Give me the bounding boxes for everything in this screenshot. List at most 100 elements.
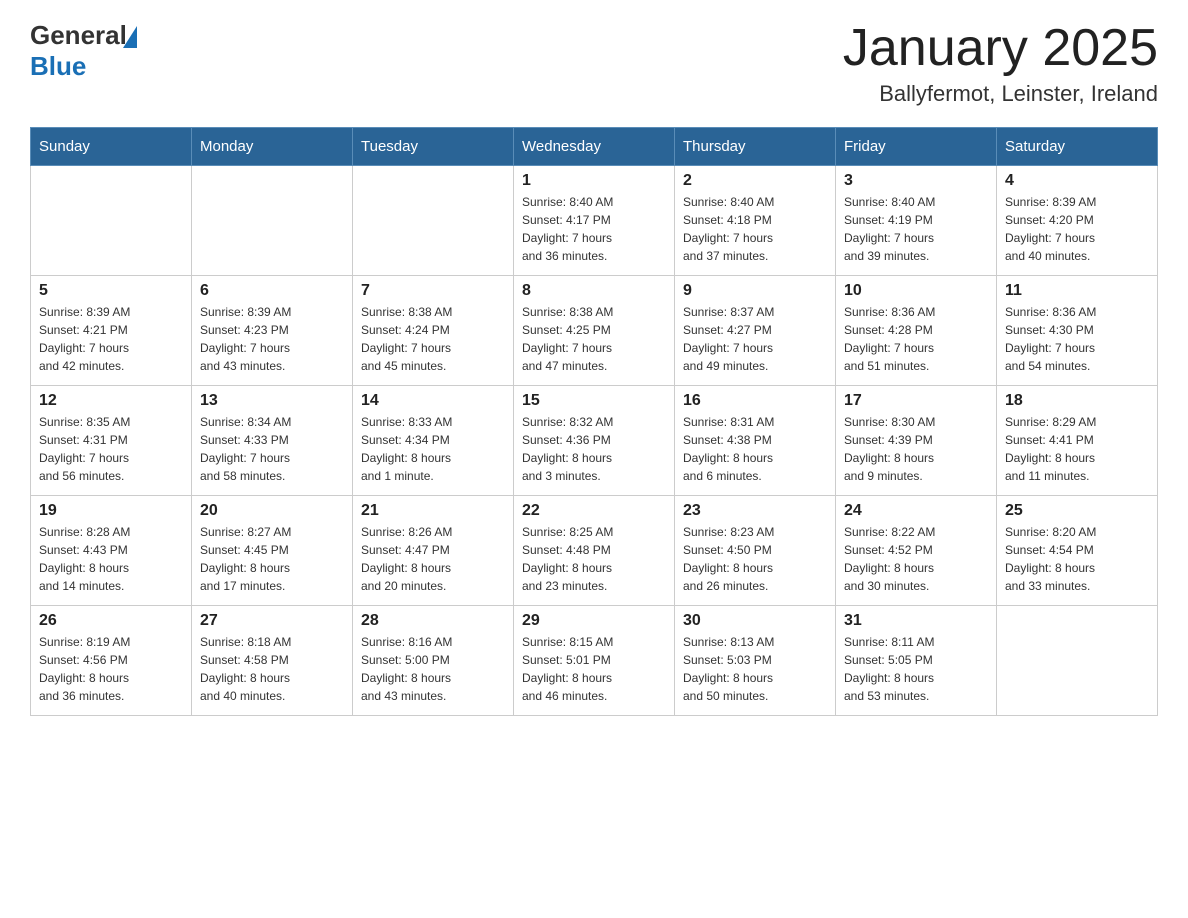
day-info: Sunrise: 8:39 AMSunset: 4:21 PMDaylight:… <box>39 303 183 375</box>
calendar-week-row: 1 Sunrise: 8:40 AMSunset: 4:17 PMDaylight… <box>31 166 1158 276</box>
calendar-day-cell <box>192 166 353 276</box>
day-info: Sunrise: 8:40 AMSunset: 4:17 PMDaylight:… <box>522 193 666 265</box>
calendar-week-row: 19Sunrise: 8:28 AMSunset: 4:43 PMDayligh… <box>31 496 1158 606</box>
calendar-day-cell: 6 Sunrise: 8:39 AMSunset: 4:23 PMDaylight… <box>192 276 353 386</box>
calendar-day-cell: 13Sunrise: 8:34 AMSunset: 4:33 PMDayligh… <box>192 386 353 496</box>
day-info: Sunrise: 8:40 AMSunset: 4:18 PMDaylight:… <box>683 193 827 265</box>
day-info: Sunrise: 8:39 AMSunset: 4:23 PMDaylight:… <box>200 303 344 375</box>
day-info: Sunrise: 8:31 AMSunset: 4:38 PMDaylight:… <box>683 413 827 485</box>
calendar-day-cell: 22 Sunrise: 8:25 AMSunset: 4:48 PMDayligh… <box>514 496 675 606</box>
calendar-day-cell: 21Sunrise: 8:26 AMSunset: 4:47 PMDayligh… <box>353 496 514 606</box>
day-info: Sunrise: 8:40 AMSunset: 4:19 PMDaylight:… <box>844 193 988 265</box>
day-number: 16 <box>683 392 827 410</box>
calendar-day-cell: 8Sunrise: 8:38 AMSunset: 4:25 PMDaylight… <box>514 276 675 386</box>
calendar-day-cell: 30 Sunrise: 8:13 AMSunset: 5:03 PMDayligh… <box>675 606 836 716</box>
calendar-day-cell: 5 Sunrise: 8:39 AMSunset: 4:21 PMDaylight… <box>31 276 192 386</box>
day-of-week-header: Saturday <box>997 128 1158 166</box>
logo-blue: Blue <box>30 51 86 82</box>
calendar-day-cell: 26Sunrise: 8:19 AMSunset: 4:56 PMDayligh… <box>31 606 192 716</box>
day-info: Sunrise: 8:22 AMSunset: 4:52 PMDaylight:… <box>844 523 988 595</box>
calendar-day-cell: 27Sunrise: 8:18 AMSunset: 4:58 PMDayligh… <box>192 606 353 716</box>
day-info: Sunrise: 8:38 AMSunset: 4:25 PMDaylight:… <box>522 303 666 375</box>
calendar-day-cell: 25 Sunrise: 8:20 AMSunset: 4:54 PMDayligh… <box>997 496 1158 606</box>
day-info: Sunrise: 8:27 AMSunset: 4:45 PMDaylight:… <box>200 523 344 595</box>
day-number: 15 <box>522 392 666 410</box>
header-right: January 2025 Ballyfermot, Leinster, Irel… <box>843 20 1158 107</box>
logo-triangle-icon <box>123 26 137 48</box>
calendar-day-cell: 4 Sunrise: 8:39 AMSunset: 4:20 PMDaylight… <box>997 166 1158 276</box>
day-number: 18 <box>1005 392 1149 410</box>
day-number: 31 <box>844 612 988 630</box>
day-number: 12 <box>39 392 183 410</box>
calendar-day-cell: 31Sunrise: 8:11 AMSunset: 5:05 PMDayligh… <box>836 606 997 716</box>
logo-general: General <box>30 20 127 51</box>
calendar-table: SundayMondayTuesdayWednesdayThursdayFrid… <box>30 127 1158 716</box>
calendar-day-cell: 16 Sunrise: 8:31 AMSunset: 4:38 PMDayligh… <box>675 386 836 496</box>
calendar-day-cell: 14 Sunrise: 8:33 AMSunset: 4:34 PMDayligh… <box>353 386 514 496</box>
day-number: 29 <box>522 612 666 630</box>
day-number: 6 <box>200 282 344 300</box>
day-number: 30 <box>683 612 827 630</box>
calendar-day-cell: 20 Sunrise: 8:27 AMSunset: 4:45 PMDayligh… <box>192 496 353 606</box>
calendar-day-cell: 9 Sunrise: 8:37 AMSunset: 4:27 PMDaylight… <box>675 276 836 386</box>
day-of-week-header: Sunday <box>31 128 192 166</box>
day-number: 17 <box>844 392 988 410</box>
day-info: Sunrise: 8:13 AMSunset: 5:03 PMDaylight:… <box>683 633 827 705</box>
day-info: Sunrise: 8:36 AMSunset: 4:28 PMDaylight:… <box>844 303 988 375</box>
day-info: Sunrise: 8:15 AMSunset: 5:01 PMDaylight:… <box>522 633 666 705</box>
calendar-day-cell: 12 Sunrise: 8:35 AMSunset: 4:31 PMDayligh… <box>31 386 192 496</box>
day-number: 23 <box>683 502 827 520</box>
day-number: 5 <box>39 282 183 300</box>
day-of-week-header: Friday <box>836 128 997 166</box>
day-number: 4 <box>1005 172 1149 190</box>
calendar-day-cell: 18Sunrise: 8:29 AMSunset: 4:41 PMDayligh… <box>997 386 1158 496</box>
day-number: 22 <box>522 502 666 520</box>
calendar-day-cell <box>353 166 514 276</box>
day-of-week-header: Wednesday <box>514 128 675 166</box>
day-number: 27 <box>200 612 344 630</box>
day-info: Sunrise: 8:36 AMSunset: 4:30 PMDaylight:… <box>1005 303 1149 375</box>
day-number: 14 <box>361 392 505 410</box>
day-info: Sunrise: 8:37 AMSunset: 4:27 PMDaylight:… <box>683 303 827 375</box>
day-number: 11 <box>1005 282 1149 300</box>
calendar-day-cell: 24 Sunrise: 8:22 AMSunset: 4:52 PMDayligh… <box>836 496 997 606</box>
calendar-day-cell: 19Sunrise: 8:28 AMSunset: 4:43 PMDayligh… <box>31 496 192 606</box>
day-of-week-header: Thursday <box>675 128 836 166</box>
day-info: Sunrise: 8:23 AMSunset: 4:50 PMDaylight:… <box>683 523 827 595</box>
calendar-day-cell: 23 Sunrise: 8:23 AMSunset: 4:50 PMDayligh… <box>675 496 836 606</box>
day-number: 7 <box>361 282 505 300</box>
calendar-week-row: 5 Sunrise: 8:39 AMSunset: 4:21 PMDaylight… <box>31 276 1158 386</box>
calendar-day-cell: 3 Sunrise: 8:40 AMSunset: 4:19 PMDaylight… <box>836 166 997 276</box>
calendar-header-row: SundayMondayTuesdayWednesdayThursdayFrid… <box>31 128 1158 166</box>
day-info: Sunrise: 8:20 AMSunset: 4:54 PMDaylight:… <box>1005 523 1149 595</box>
calendar-week-row: 26Sunrise: 8:19 AMSunset: 4:56 PMDayligh… <box>31 606 1158 716</box>
day-number: 26 <box>39 612 183 630</box>
day-number: 10 <box>844 282 988 300</box>
day-number: 25 <box>1005 502 1149 520</box>
calendar-day-cell: 7Sunrise: 8:38 AMSunset: 4:24 PMDaylight… <box>353 276 514 386</box>
day-info: Sunrise: 8:39 AMSunset: 4:20 PMDaylight:… <box>1005 193 1149 265</box>
day-info: Sunrise: 8:16 AMSunset: 5:00 PMDaylight:… <box>361 633 505 705</box>
day-number: 13 <box>200 392 344 410</box>
day-number: 19 <box>39 502 183 520</box>
page-header: General Blue January 2025 Ballyfermot, L… <box>30 20 1158 107</box>
calendar-day-cell: 15 Sunrise: 8:32 AMSunset: 4:36 PMDayligh… <box>514 386 675 496</box>
day-info: Sunrise: 8:30 AMSunset: 4:39 PMDaylight:… <box>844 413 988 485</box>
day-number: 9 <box>683 282 827 300</box>
day-number: 1 <box>522 172 666 190</box>
calendar-day-cell: 11 Sunrise: 8:36 AMSunset: 4:30 PMDayligh… <box>997 276 1158 386</box>
day-of-week-header: Monday <box>192 128 353 166</box>
calendar-day-cell: 10 Sunrise: 8:36 AMSunset: 4:28 PMDayligh… <box>836 276 997 386</box>
day-info: Sunrise: 8:35 AMSunset: 4:31 PMDaylight:… <box>39 413 183 485</box>
calendar-day-cell: 28Sunrise: 8:16 AMSunset: 5:00 PMDayligh… <box>353 606 514 716</box>
day-info: Sunrise: 8:32 AMSunset: 4:36 PMDaylight:… <box>522 413 666 485</box>
logo: General Blue <box>30 20 137 82</box>
calendar-week-row: 12 Sunrise: 8:35 AMSunset: 4:31 PMDayligh… <box>31 386 1158 496</box>
day-number: 3 <box>844 172 988 190</box>
day-info: Sunrise: 8:25 AMSunset: 4:48 PMDaylight:… <box>522 523 666 595</box>
day-number: 24 <box>844 502 988 520</box>
day-of-week-header: Tuesday <box>353 128 514 166</box>
day-info: Sunrise: 8:33 AMSunset: 4:34 PMDaylight:… <box>361 413 505 485</box>
calendar-title: January 2025 <box>843 20 1158 77</box>
day-number: 20 <box>200 502 344 520</box>
